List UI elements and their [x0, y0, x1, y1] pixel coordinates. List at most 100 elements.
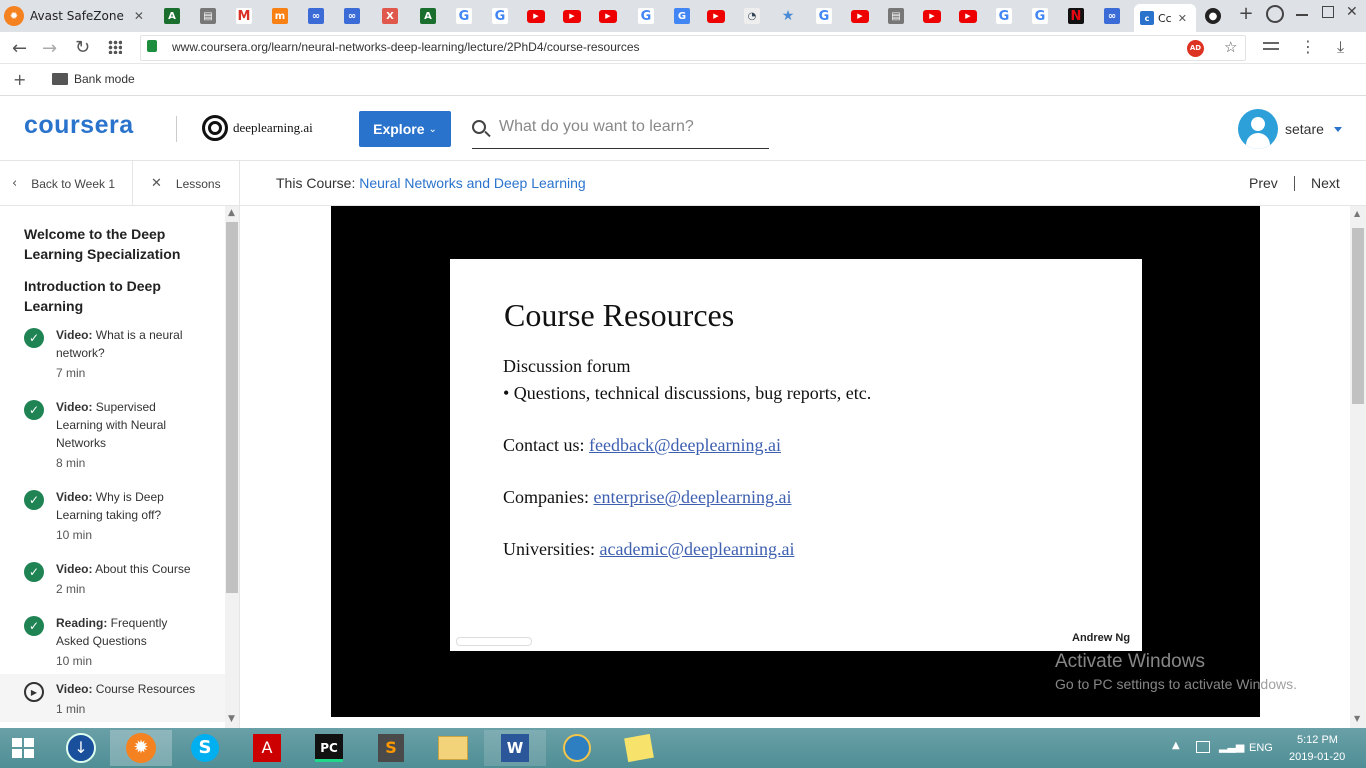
tab-dx[interactable]: X: [376, 4, 404, 28]
tab-close-icon[interactable]: ✕: [1178, 12, 1187, 25]
lesson-item[interactable]: ✓ Reading: Frequently Asked Questions 10 mi…: [0, 608, 225, 674]
language-indicator[interactable]: ENG: [1249, 742, 1273, 754]
user-menu-caret-icon[interactable]: [1334, 127, 1342, 132]
avatar[interactable]: [1238, 109, 1278, 149]
lesson-type: Video:: [56, 328, 93, 342]
tab-google-4[interactable]: G: [810, 4, 838, 28]
taskbar-sublime[interactable]: S: [360, 730, 422, 766]
scroll-up-arrow-icon[interactable]: ▲: [228, 208, 235, 218]
tab-page[interactable]: ◔: [738, 4, 766, 28]
tab-gmail[interactable]: M: [230, 4, 258, 28]
page-scroll-thumb[interactable]: [1352, 228, 1364, 404]
taskbar-acrobat[interactable]: A: [236, 730, 298, 766]
page-scroll-down-icon[interactable]: ▼: [1354, 714, 1360, 723]
lessons-button[interactable]: ✕ Lessons: [133, 161, 240, 206]
tab-doc-1[interactable]: ▤: [194, 4, 222, 28]
next-button[interactable]: Next: [1311, 175, 1340, 191]
lesson-title-line: Course Resources: [92, 682, 196, 696]
tab-coursera-1[interactable]: A: [158, 4, 186, 28]
url-text[interactable]: www.coursera.org/learn/neural-networks-d…: [172, 40, 640, 54]
tab-youtube-5[interactable]: ▶: [846, 4, 874, 28]
active-tab[interactable]: c Cc ✕: [1134, 4, 1196, 32]
tab-google-2[interactable]: G: [486, 4, 514, 28]
extension-icon[interactable]: [1263, 42, 1279, 50]
tab-doc-2[interactable]: ▤: [882, 4, 910, 28]
tab-youtube-3[interactable]: ▶: [594, 4, 622, 28]
lesson-item[interactable]: ✓ Video: Supervised Learning with Neural Ne…: [0, 392, 225, 476]
tab-netflix[interactable]: N: [1062, 4, 1090, 28]
tab-google-3[interactable]: G: [632, 4, 660, 28]
google-icon: G: [638, 8, 654, 24]
tab-google-6[interactable]: G: [1026, 4, 1054, 28]
reload-icon[interactable]: ↻: [75, 37, 90, 58]
tab-youtube-4[interactable]: ▶: [702, 4, 730, 28]
start-button[interactable]: [8, 734, 38, 762]
new-tab-button[interactable]: +: [1236, 4, 1256, 24]
clock-date[interactable]: 2019-01-20: [1289, 751, 1345, 763]
back-to-week-button[interactable]: ‹ Back to Week 1: [0, 161, 133, 206]
tab-link-3[interactable]: ∞: [1098, 4, 1126, 28]
scroll-down-arrow-icon[interactable]: ▼: [228, 714, 235, 724]
add-bookmark-icon[interactable]: +: [13, 70, 26, 89]
taskbar-app-globe[interactable]: [546, 730, 608, 766]
play-circle-icon: ▶: [24, 682, 44, 702]
forward-arrow-icon[interactable]: →: [42, 38, 57, 59]
clock-time[interactable]: 5:12 PM: [1297, 734, 1338, 746]
lesson-item[interactable]: ▶ Video: Course Resources 1 min: [0, 674, 225, 722]
tab-gdocs[interactable]: G: [668, 4, 696, 28]
explore-button[interactable]: Explore ⌄: [359, 111, 451, 147]
tab-moodle[interactable]: m: [266, 4, 294, 28]
deeplearning-logo[interactable]: deeplearning.ai: [202, 115, 313, 141]
lesson-item[interactable]: ✓ Video: Why is Deep Learning taking off? 1…: [0, 482, 225, 548]
tab-youtube-7[interactable]: ▶: [954, 4, 982, 28]
universities-label: Universities:: [503, 539, 595, 559]
history-icon[interactable]: [1266, 5, 1284, 23]
bookmark-star-icon[interactable]: ☆: [1224, 38, 1237, 56]
sidebar-scroll-thumb[interactable]: [226, 222, 238, 593]
minimize-button[interactable]: [1296, 14, 1308, 16]
tab-youtube-1[interactable]: ▶: [522, 4, 550, 28]
tab-youtube-6[interactable]: ▶: [918, 4, 946, 28]
apps-grid-icon[interactable]: [108, 40, 122, 54]
taskbar-pycharm[interactable]: PC: [298, 730, 360, 766]
taskbar-explorer[interactable]: [422, 730, 484, 766]
battery-icon[interactable]: [1196, 741, 1210, 753]
signal-icon[interactable]: ▂▃▅: [1219, 740, 1244, 753]
adblock-icon[interactable]: AD: [1187, 40, 1204, 57]
first-tab[interactable]: ✹ Avast SafeZone ✕: [4, 4, 150, 28]
prev-button[interactable]: Prev: [1249, 175, 1278, 191]
username[interactable]: setare: [1285, 121, 1324, 137]
show-hidden-icons-icon[interactable]: ▲: [1172, 740, 1180, 751]
lock-icon[interactable]: [147, 40, 157, 52]
tab-github[interactable]: ●: [1200, 4, 1226, 28]
coursera-logo[interactable]: coursera: [24, 111, 134, 140]
menu-dots-icon[interactable]: ⋮: [1300, 37, 1316, 56]
section-title-welcome[interactable]: Welcome to the Deep Learning Specializat…: [24, 224, 204, 264]
tab-close-icon[interactable]: ✕: [134, 9, 144, 23]
bookmark-folder[interactable]: Bank mode: [52, 72, 135, 86]
sidebar-scrollbar[interactable]: ▲ ▼: [225, 206, 239, 728]
taskbar-avast[interactable]: ✹: [110, 730, 172, 766]
tab-google-5[interactable]: G: [990, 4, 1018, 28]
tab-youtube-2[interactable]: ▶: [558, 4, 586, 28]
tab-google-1[interactable]: G: [450, 4, 478, 28]
taskbar-skype[interactable]: S: [174, 730, 236, 766]
maximize-button[interactable]: [1322, 6, 1334, 18]
lesson-item[interactable]: ✓ Video: About this Course 2 min: [0, 554, 225, 602]
tab-link-1[interactable]: ∞: [302, 4, 330, 28]
taskbar-sticky-notes[interactable]: [608, 730, 670, 766]
download-icon[interactable]: ⤓: [1337, 37, 1344, 57]
close-window-button[interactable]: ✕: [1346, 4, 1358, 20]
section-title-intro[interactable]: Introduction to Deep Learning: [24, 276, 204, 316]
page-scroll-up-icon[interactable]: ▲: [1354, 209, 1360, 218]
tab-link-2[interactable]: ∞: [338, 4, 366, 28]
tab-star[interactable]: ★: [774, 4, 802, 28]
page-scrollbar[interactable]: ▲ ▼: [1350, 206, 1366, 728]
taskbar-word[interactable]: W: [484, 730, 546, 766]
taskbar-downloader[interactable]: ↓: [50, 730, 112, 766]
tab-coursera-2[interactable]: A: [414, 4, 442, 28]
course-name-link[interactable]: Neural Networks and Deep Learning: [359, 175, 585, 191]
lesson-item[interactable]: ✓ Video: What is a neural network? 7 min: [0, 320, 225, 386]
back-arrow-icon[interactable]: ←: [12, 38, 27, 59]
search-placeholder[interactable]: What do you want to learn?: [499, 118, 694, 136]
